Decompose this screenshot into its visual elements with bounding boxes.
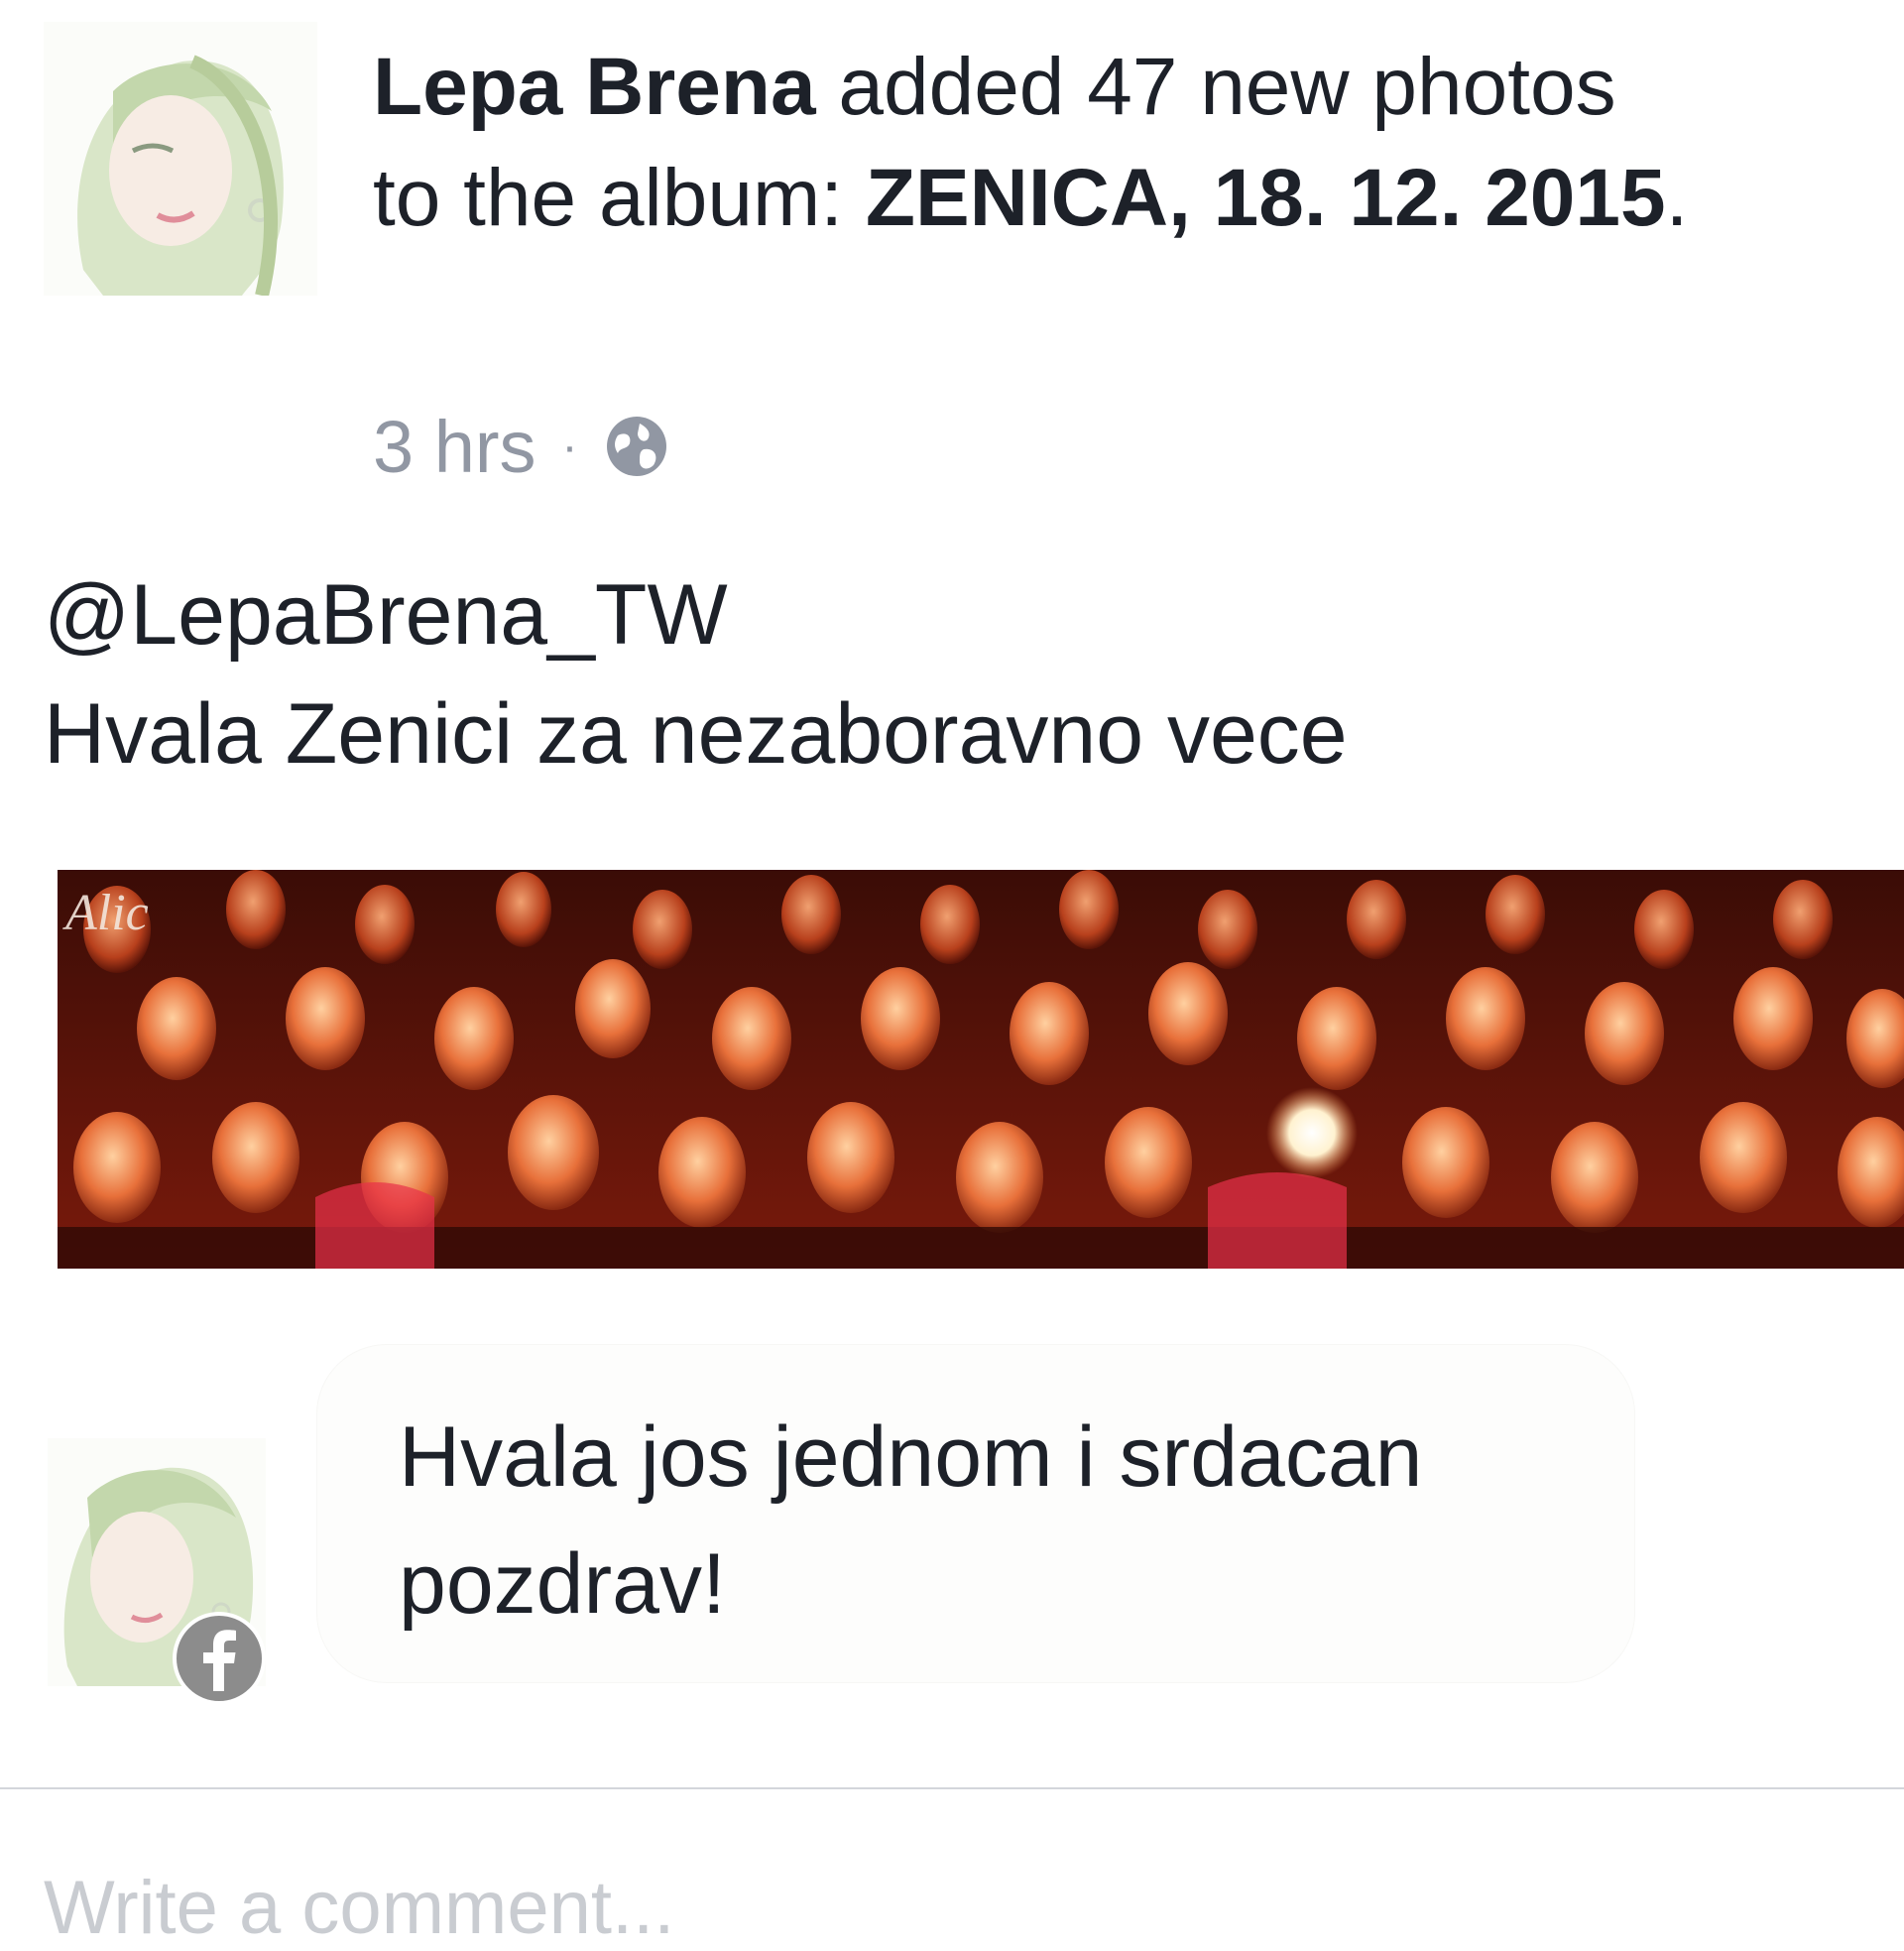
album-title[interactable]: ZENICA, 18. 12. 2015 — [866, 153, 1666, 243]
author-name[interactable]: Lepa Brena — [373, 42, 816, 132]
comment-input[interactable]: Write a comment... — [44, 1865, 674, 1951]
post-header: Lepa Brena added 47 new photos to the al… — [373, 32, 1692, 254]
meta-separator: · — [561, 420, 578, 473]
post-text: Hvala Zenici za nezaboravno vece — [44, 686, 1348, 782]
post-timestamp[interactable]: 3 hrs — [373, 405, 536, 489]
post-meta: 3 hrs · — [373, 397, 669, 496]
author-avatar[interactable] — [44, 22, 317, 296]
divider — [0, 1787, 1904, 1789]
post-message: @LepaBrena_TW Hvala Zenici za nezaboravn… — [44, 555, 1878, 793]
globe-icon — [606, 417, 666, 476]
photo-watermark: Alic — [62, 885, 149, 941]
album-photo[interactable]: Alic — [58, 870, 1904, 1269]
facebook-icon — [173, 1612, 266, 1705]
album-title-suffix: . — [1665, 153, 1689, 243]
post-mention[interactable]: @LepaBrena_TW — [44, 555, 1878, 674]
comment-text: Hvala jos jednom i srdacan pozdrav! — [399, 1409, 1423, 1632]
